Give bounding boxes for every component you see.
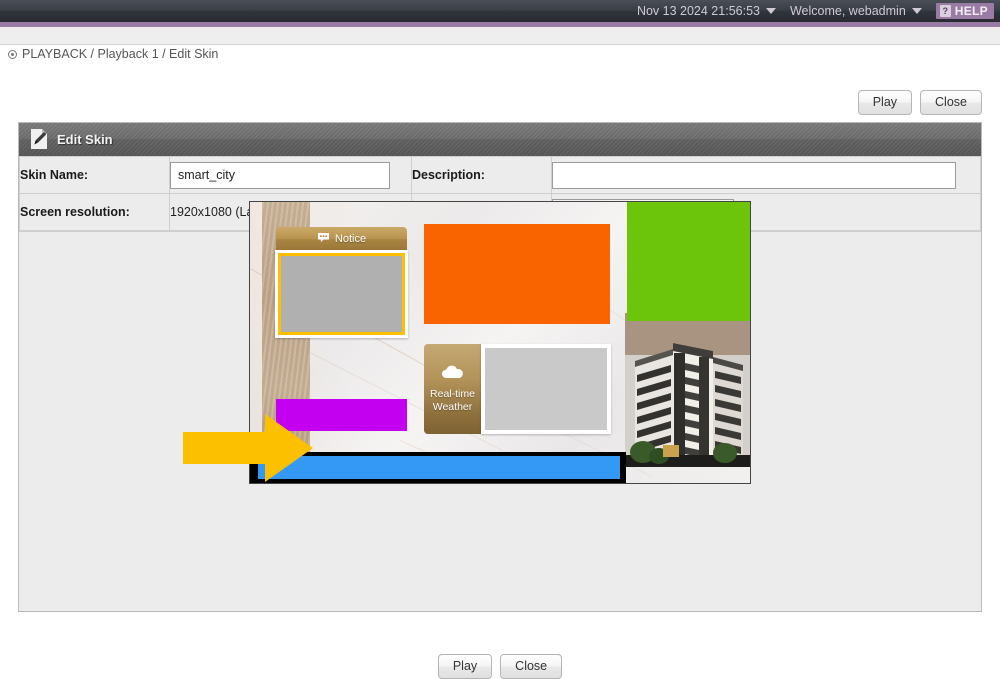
- weather-label-line2: Weather: [432, 400, 473, 413]
- zone-green[interactable]: [627, 202, 750, 321]
- weather-tab[interactable]: Real-time Weather: [424, 344, 481, 434]
- skin-layout-preview: Notice Real-time Weather: [249, 201, 751, 484]
- help-label: HELP: [954, 4, 988, 18]
- welcome-label: Welcome, webadmin: [789, 4, 906, 18]
- cloud-icon: [440, 365, 466, 384]
- breadcrumb-bar: [0, 27, 1000, 45]
- close-button-top[interactable]: Close: [920, 90, 982, 115]
- panel-header: Edit Skin: [19, 123, 981, 156]
- chevron-down-icon: [765, 8, 776, 14]
- zone-weather[interactable]: [485, 348, 607, 430]
- user-menu[interactable]: Welcome, webadmin: [790, 4, 922, 18]
- top-action-buttons: Play Close: [857, 90, 982, 115]
- zone-weather-wrapper[interactable]: [481, 344, 611, 434]
- description-cell: [551, 156, 981, 194]
- help-button[interactable]: ? HELP: [935, 3, 994, 19]
- datetime-menu[interactable]: Nov 13 2024 21:56:53: [637, 4, 776, 18]
- play-button-bottom[interactable]: Play: [437, 654, 493, 679]
- description-input[interactable]: [552, 161, 956, 189]
- chevron-down-icon: [911, 8, 922, 14]
- table-row: Skin Name: Description:: [19, 156, 981, 194]
- building-photo: [625, 313, 750, 467]
- zone-notice-wrapper[interactable]: [275, 250, 408, 338]
- location-dot-icon: [8, 49, 17, 59]
- datetime-label: Nov 13 2024 21:56:53: [636, 4, 760, 18]
- breadcrumb-text: PLAYBACK / Playback 1 / Edit Skin: [22, 47, 219, 61]
- question-mark-icon: ?: [939, 5, 951, 17]
- skin-name-input[interactable]: [170, 161, 390, 189]
- zone-orange[interactable]: [424, 224, 610, 324]
- notice-header-bar[interactable]: Notice: [276, 227, 407, 251]
- description-label: Description:: [411, 156, 552, 194]
- edit-skin-pen-icon: [29, 128, 49, 150]
- breadcrumb: PLAYBACK / Playback 1 / Edit Skin: [8, 47, 218, 61]
- bottom-action-buttons: Play Close: [0, 654, 1000, 679]
- panel-title: Edit Skin: [57, 131, 113, 147]
- close-button-bottom[interactable]: Close: [500, 654, 563, 679]
- weather-label: Real-time Weather: [430, 388, 475, 413]
- screen-resolution-label: Screen resolution:: [19, 193, 170, 231]
- weather-label-line1: Real-time: [430, 388, 475, 400]
- play-button-top[interactable]: Play: [857, 90, 913, 115]
- notice-label: Notice: [334, 233, 367, 245]
- speech-bubble-icon: [317, 230, 330, 248]
- zone-notice-selected[interactable]: [278, 253, 405, 335]
- skin-name-label: Skin Name:: [19, 156, 170, 194]
- arrow-pointer-icon: [183, 414, 313, 482]
- skin-name-cell: [169, 156, 412, 194]
- top-navigation-bar: Nov 13 2024 21:56:53 Welcome, webadmin ?…: [0, 0, 1000, 22]
